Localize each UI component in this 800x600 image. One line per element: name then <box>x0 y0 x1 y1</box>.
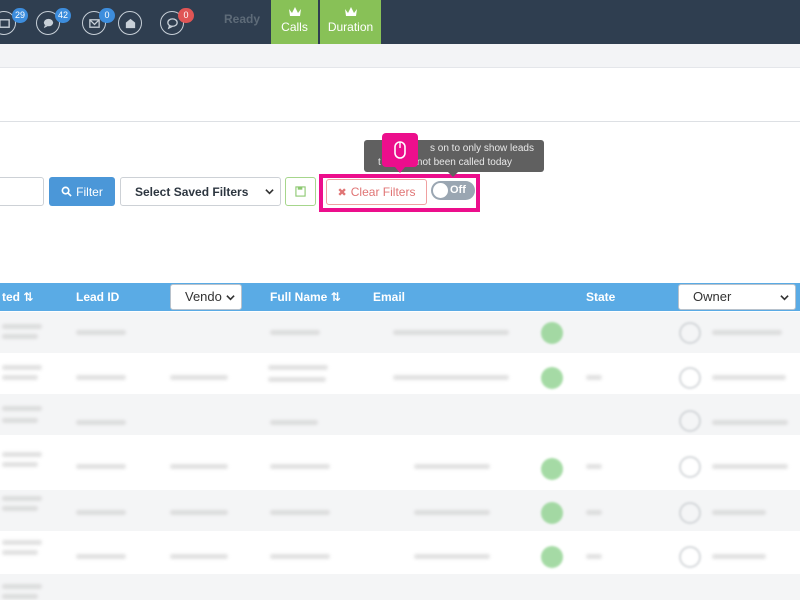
table-row[interactable] <box>0 394 800 435</box>
tutorial-highlight-box <box>319 174 480 212</box>
table-row[interactable] <box>0 532 800 573</box>
vendor-select-label: Vendo <box>185 289 222 304</box>
col-state[interactable]: State <box>586 290 615 304</box>
inbox-count-badge: 29 <box>12 8 29 23</box>
breadcrumb-strip <box>0 44 800 68</box>
page-header-panel <box>0 68 800 122</box>
table-row[interactable] <box>0 446 800 487</box>
floppy-icon <box>295 186 306 197</box>
search-input[interactable] <box>0 177 44 206</box>
owner-filter-select[interactable]: Owner <box>678 284 796 310</box>
comment-count-badge: 0 <box>178 8 194 23</box>
duration-label: Duration <box>327 20 374 34</box>
calls-label: Calls <box>281 20 308 34</box>
col-full-name[interactable]: Full Name ⇅ <box>270 290 341 304</box>
mouse-icon <box>394 141 406 159</box>
tutorial-click-marker <box>382 133 418 173</box>
duration-button[interactable]: Duration <box>320 0 381 44</box>
col-full-name-label: Full Name <box>270 290 328 304</box>
chevron-down-icon <box>226 295 235 301</box>
sort-icon: ⇅ <box>330 290 341 304</box>
calls-button[interactable]: Calls <box>271 0 318 44</box>
saved-filters-label: Select Saved Filters <box>135 184 249 199</box>
leads-table-header: ted ⇅ Lead ID Vendo Full Name ⇅ Email St… <box>0 283 800 311</box>
saved-filters-select[interactable]: Select Saved Filters <box>120 177 281 206</box>
chevron-down-icon <box>780 295 789 301</box>
crown-icon <box>288 7 301 16</box>
search-icon <box>61 186 72 197</box>
status-label: Ready <box>224 12 261 26</box>
owner-select-label: Owner <box>693 289 732 304</box>
col-created-label: ted <box>2 290 20 304</box>
chat-count-badge: 42 <box>55 8 72 23</box>
filter-button[interactable]: Filter <box>49 177 115 206</box>
open-mail-icon[interactable] <box>118 11 142 35</box>
col-created[interactable]: ted ⇅ <box>2 290 33 304</box>
table-row[interactable] <box>0 574 800 600</box>
vendor-filter-select[interactable]: Vendo <box>170 284 242 310</box>
mail-count-badge: 0 <box>99 8 115 23</box>
table-row[interactable] <box>0 312 800 353</box>
app-root: 29 42 0 0 Ready Calls Duration Filter Se… <box>0 0 800 600</box>
col-email[interactable]: Email <box>373 290 405 304</box>
filter-button-label: Filter <box>76 184 103 199</box>
table-row[interactable] <box>0 490 800 531</box>
top-navbar: 29 42 0 0 Ready Calls Duration <box>0 0 800 44</box>
table-row[interactable] <box>0 353 800 394</box>
save-filter-button[interactable] <box>285 177 316 206</box>
col-lead-id[interactable]: Lead ID <box>76 290 119 304</box>
sort-icon: ⇅ <box>23 290 34 304</box>
chevron-down-icon <box>265 189 274 195</box>
crown-icon <box>344 7 357 16</box>
